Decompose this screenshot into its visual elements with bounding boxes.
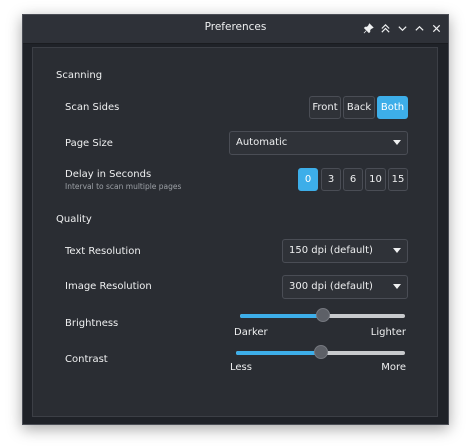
keep-above-icon <box>380 23 390 33</box>
keep-below-icon <box>397 25 407 31</box>
contrast-label: Contrast <box>65 354 108 365</box>
brightness-label: Brightness <box>65 318 119 329</box>
brightness-min-label: Darker <box>234 327 268 338</box>
keep-above-button[interactable] <box>378 20 392 36</box>
slider-fill <box>236 351 321 355</box>
maximize-button[interactable] <box>412 20 426 36</box>
text-resolution-label: Text Resolution <box>65 246 141 257</box>
chevron-down-icon <box>393 248 401 253</box>
text-resolution-value: 150 dpi (default) <box>289 245 373 256</box>
delay-label: Delay in Seconds <box>65 169 152 180</box>
delay-hint: Interval to scan multiple pages <box>65 182 182 191</box>
image-resolution-label: Image Resolution <box>65 281 152 292</box>
contrast-max-label: More <box>381 362 406 373</box>
keep-below-button[interactable] <box>395 20 409 36</box>
brightness-slider[interactable] <box>240 308 405 324</box>
page-size-value: Automatic <box>236 137 288 148</box>
page-size-label: Page Size <box>65 138 113 149</box>
section-title-scanning: Scanning <box>56 70 103 81</box>
maximize-icon <box>414 25 424 31</box>
image-resolution-select[interactable]: 300 dpi (default) <box>282 275 408 299</box>
slider-handle[interactable] <box>315 308 330 322</box>
contrast-min-label: Less <box>230 362 252 373</box>
brightness-max-label: Lighter <box>370 327 406 338</box>
slider-fill <box>240 314 323 318</box>
chevron-down-icon <box>393 284 401 289</box>
delay-option-6[interactable]: 6 <box>343 168 363 191</box>
scan-side-back-button[interactable]: Back <box>343 96 375 119</box>
scan-side-front-button[interactable]: Front <box>309 96 341 119</box>
delay-option-3[interactable]: 3 <box>321 168 341 191</box>
page-size-select[interactable]: Automatic <box>229 131 408 155</box>
pin-icon <box>363 22 374 33</box>
titlebar-buttons <box>361 20 443 36</box>
slider-handle[interactable] <box>313 345 328 359</box>
preferences-window: Preferences Scanning Scan Sides Front Ba… <box>22 14 449 425</box>
delay-option-15[interactable]: 15 <box>388 168 408 191</box>
close-icon <box>432 24 440 32</box>
image-resolution-value: 300 dpi (default) <box>289 281 373 292</box>
chevron-down-icon <box>393 140 401 145</box>
preferences-panel: Scanning Scan Sides Front Back Both Page… <box>32 47 438 417</box>
scan-sides-label: Scan Sides <box>65 102 120 113</box>
close-button[interactable] <box>429 20 443 36</box>
contrast-slider[interactable] <box>236 345 405 361</box>
section-title-quality: Quality <box>56 214 92 225</box>
pin-button[interactable] <box>361 20 375 36</box>
delay-option-0[interactable]: 0 <box>298 168 318 191</box>
titlebar: Preferences <box>23 15 448 44</box>
text-resolution-select[interactable]: 150 dpi (default) <box>282 239 408 263</box>
delay-option-10[interactable]: 10 <box>365 168 386 191</box>
scan-side-both-button[interactable]: Both <box>377 96 408 119</box>
